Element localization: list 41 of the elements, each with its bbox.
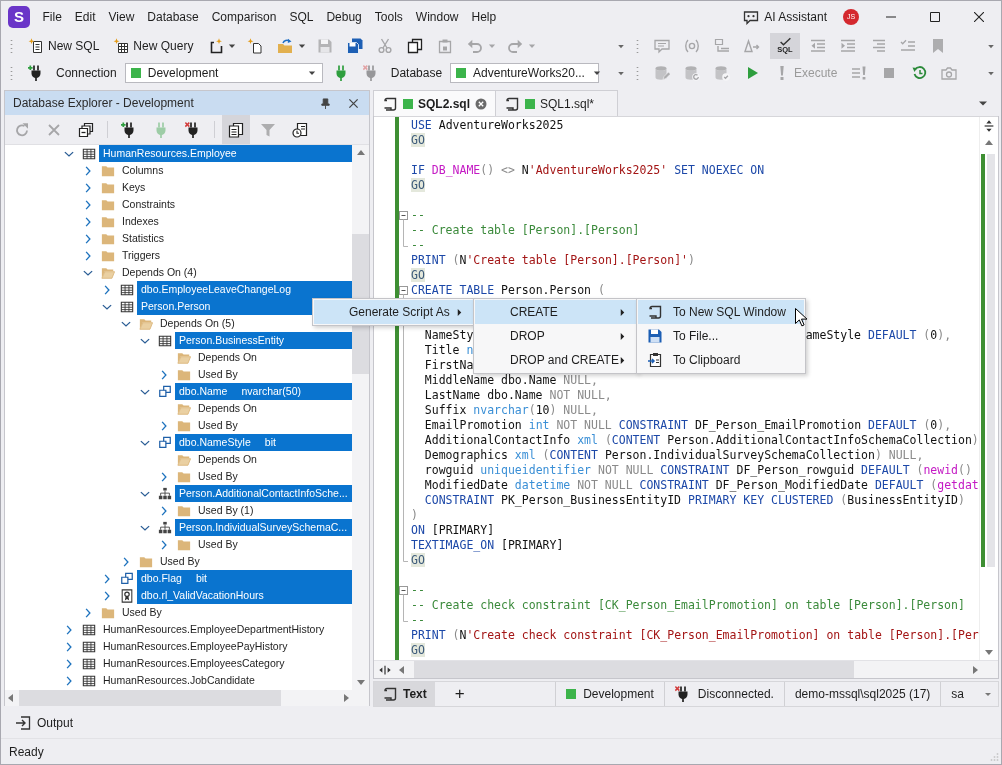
code-line: LastName dbo.Name NOT NULL, xyxy=(423,388,612,402)
code-line: FirstNa xyxy=(423,358,474,372)
code-line: NameSty xyxy=(423,328,474,343)
code-line: ) xyxy=(411,508,418,522)
data-type-label: bit xyxy=(195,572,207,584)
tab-label: SQL1.sql* xyxy=(540,96,596,111)
data-type-label: nvarchar(50) xyxy=(241,385,301,397)
user-name: sa xyxy=(951,687,964,701)
code-line: USE AdventureWorks2025 xyxy=(411,118,564,132)
code-line: ON [PRIMARY] xyxy=(411,523,495,537)
server-name: demo-mssql\sql2025 (17) xyxy=(794,687,931,701)
code-line: CONSTRAINT PK_Person_BusinessEntityID PRIMARY KEY CLUSTERED (BusinessEntityID) xyxy=(423,493,965,507)
code-line: EmailPromotion int NOT NULL CONSTRAINT DF_Person_EmailPromotion DEFAULT (0), xyxy=(423,418,952,432)
code-line: -- xyxy=(411,238,425,252)
connection-state: Disconnected. xyxy=(697,687,774,701)
field-label: Connection xyxy=(55,65,118,80)
tab-label: SQL2.sql xyxy=(418,96,470,111)
panel-title: Database Explorer - Development xyxy=(13,96,195,110)
code-line: -- xyxy=(411,613,425,627)
connection-name: Development xyxy=(583,687,654,701)
code-line: ModifiedDate datetime NOT NULL CONSTRAINT DF_Person_ModifiedDate DEFAULT (getdat xyxy=(423,478,979,492)
code-line: IF DB_NAME() <> N'AdventureWorks2025' SET NOEXEC ON xyxy=(411,163,765,177)
data-type-label: bit xyxy=(264,436,276,448)
code-line: AdditionalContactInfo xml (CONTENT Person.AdditionalContactInfoSchemaCollection) xyxy=(423,433,979,447)
code-line: PRINT (N'Create check constraint [CK_Person_EmailPromotion] on table [Person].[Per xyxy=(411,628,979,642)
status-text: Ready xyxy=(9,745,44,759)
code-line: MiddleName dbo.Name NULL, xyxy=(423,373,598,387)
field-label: Database xyxy=(389,65,444,80)
code-line: CREATE TABLE Person.Person ( xyxy=(411,283,605,297)
code-line: Demographics xml (CONTENT Person.IndividualSurveySchemaCollection) NULL, xyxy=(423,448,924,462)
code-line: -- Create table [Person].[Person] xyxy=(411,223,640,237)
code-line: -- xyxy=(411,583,425,597)
code-line: -- Create check constraint [CK_Person_EmailPromotion] on table [Person].[Person] xyxy=(411,598,965,612)
code-line: -- xyxy=(411,208,425,222)
code-line: Suffix nvarchar(10) NULL, xyxy=(423,403,598,417)
code-line: PRINT (N'Create table [Person].[Person]') xyxy=(411,253,695,267)
code-line: Title n xyxy=(423,343,474,357)
code-line: TEXTIMAGE_ON [PRIMARY] xyxy=(411,538,564,552)
code-line: ameStyle DEFAULT (0), xyxy=(805,328,952,343)
code-line: rowguid uniqueidentifier NOT NULL CONSTRAINT DF_Person_rowguid DEFAULT (newid() xyxy=(423,463,972,477)
app-logo: S xyxy=(8,5,30,28)
